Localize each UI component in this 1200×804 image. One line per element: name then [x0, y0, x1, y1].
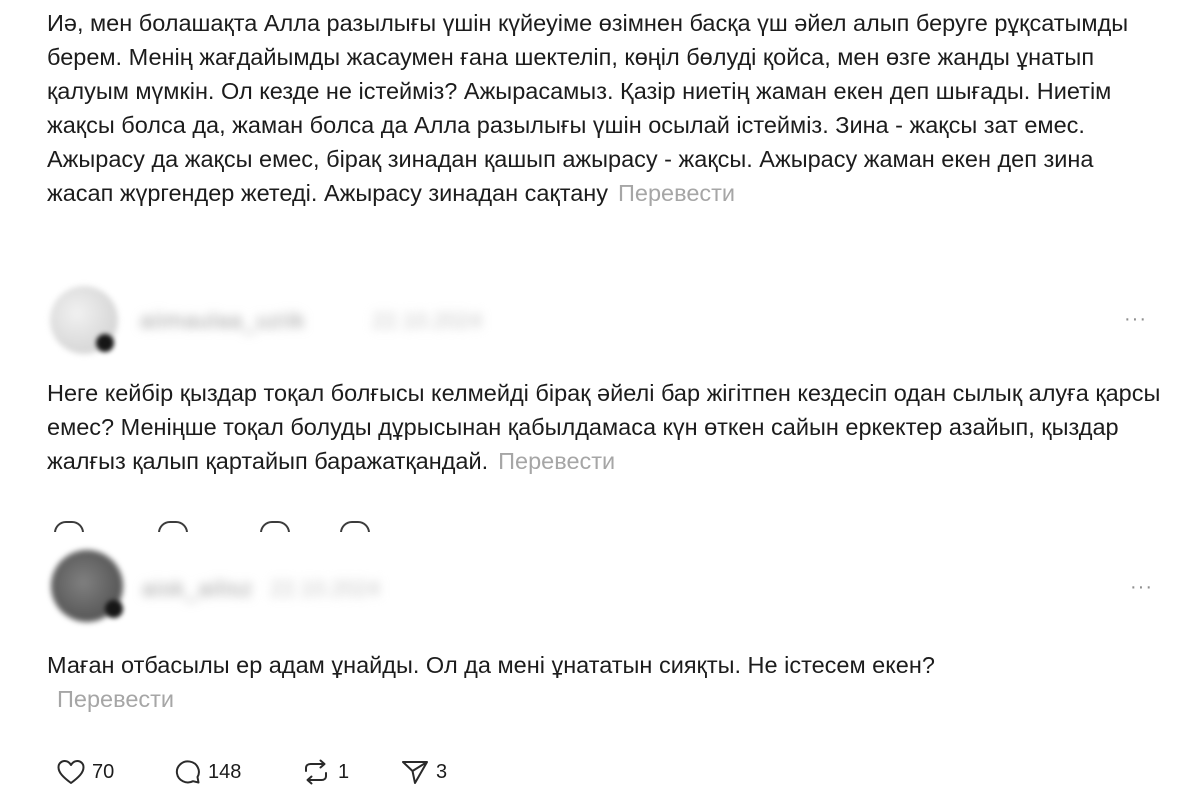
post-text: Маған отбасылы ер адам ұнайды. Ол да мен… [47, 648, 1027, 716]
repost-arrows-icon[interactable] [260, 521, 290, 532]
heart-icon[interactable] [54, 521, 84, 532]
timestamp: 22.10.2024 [372, 308, 483, 333]
more-options-icon[interactable]: ··· [1130, 576, 1153, 599]
share-count: 3 [436, 760, 448, 783]
post-text: Иә, мен болашақта Алла разылығы үшін күй… [47, 6, 1157, 210]
post-text: Неге кейбір қыздар тоқал болғысы келмейд… [47, 376, 1167, 478]
speech-bubble-icon[interactable] [158, 521, 188, 532]
truncation-fade [0, 238, 1200, 262]
translate-link[interactable]: Перевести [618, 180, 735, 206]
repost-arrows-icon [305, 759, 327, 785]
like-count: 70 [92, 760, 115, 783]
share-button[interactable]: 3 [400, 757, 447, 787]
username[interactable]: aiimaulaa_uziik [140, 308, 305, 334]
send-paper-plane-icon [402, 761, 428, 784]
avatar-badge [105, 600, 123, 618]
more-options-icon[interactable]: ··· [1124, 308, 1147, 331]
avatar-badge [96, 334, 114, 352]
send-paper-plane-icon[interactable] [340, 521, 370, 532]
thread-post-3: aisk_ailisz 22.10.2024 ··· Маған отбасыл… [0, 532, 1200, 804]
reply-count: 148 [208, 760, 242, 783]
speech-bubble-icon [175, 760, 200, 784]
repost-count: 1 [338, 760, 350, 783]
repost-button[interactable]: 1 [300, 757, 349, 787]
translate-link[interactable]: Перевести [57, 686, 174, 712]
post-body: Маған отбасылы ер адам ұнайды. Ол да мен… [47, 652, 935, 678]
like-button[interactable]: 70 [56, 757, 114, 787]
timestamp: 22.10.2024 [270, 576, 381, 601]
heart-icon [57, 760, 85, 784]
thread-post-2: aiimaulaa_uziik 22.10.2024 ··· Неге кейб… [0, 262, 1200, 532]
reply-button[interactable]: 148 [172, 757, 241, 787]
thread-post-1: Иә, мен болашақта Алла разылығы үшін күй… [0, 0, 1200, 262]
post-body: Иә, мен болашақта Алла разылығы үшін күй… [47, 10, 1129, 206]
post-actions-clipped [50, 521, 450, 532]
translate-link[interactable]: Перевести [498, 448, 615, 474]
username[interactable]: aisk_ailisz [142, 576, 253, 602]
